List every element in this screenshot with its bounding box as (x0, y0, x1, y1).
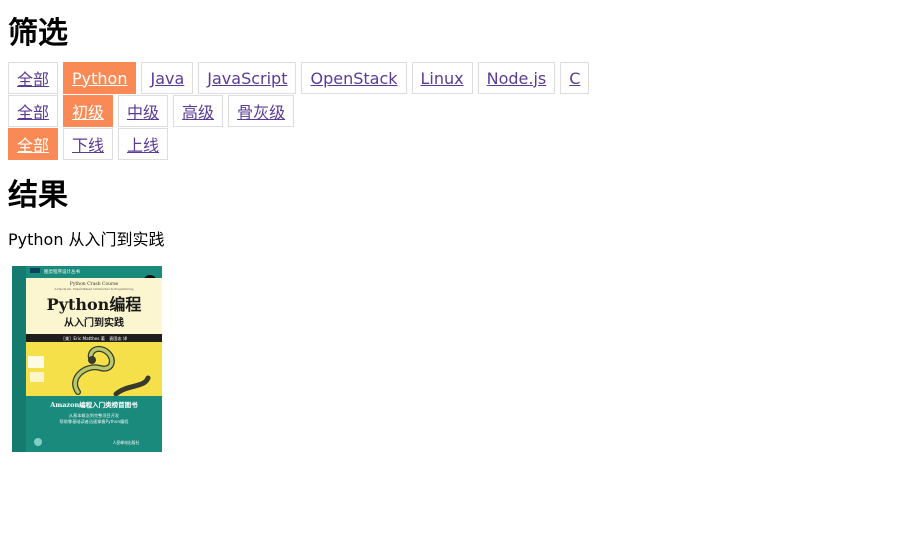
filter-heading: 筛选 (8, 16, 68, 51)
filter-level-option[interactable]: 骨灰级 (228, 95, 295, 127)
cover-blurb-line1: 从基本概念到完整项目开发 (69, 412, 120, 419)
cover-publisher: 人民邮电出版社 (113, 440, 140, 445)
filter-language-option[interactable]: 全部 (8, 62, 59, 94)
status-filter-row: 全部 下线 上线 (8, 128, 907, 160)
cover-main-title: Python编程 (47, 295, 142, 314)
filter-level-option[interactable]: 高级 (173, 95, 224, 127)
cover-english-subtitle: A Hands-On, Project-Based Introduction t… (55, 287, 134, 291)
cover-banner: Amazon编程入门类榜首图书 (49, 400, 138, 409)
cover-spine (12, 266, 26, 452)
cover-sub-title: 从入门到实践 (64, 316, 124, 329)
level-filter-row: 全部 初级 中级 高级 骨灰级 (8, 95, 907, 127)
filter-level-option[interactable]: 全部 (8, 95, 59, 127)
filter-language-option[interactable]: C (560, 62, 590, 94)
cover-authors: ［美］Eric Matthes 著 袁国忠 译 (61, 335, 128, 342)
page: 筛选 全部 Python Java JavaScript OpenStack Linux N… (0, 0, 915, 464)
result-item: Python 从入门到实践 图灵程序设计丛书 Python Crash Cour… (8, 230, 907, 456)
filter-level-option[interactable]: 中级 (118, 95, 169, 127)
filter-status-option[interactable]: 下线 (63, 128, 114, 160)
book-title: Python 从入门到实践 (8, 230, 165, 249)
cover-blurb-line2: 帮助零基础读者迅速掌握Python编程 (60, 418, 130, 425)
book-cover-image: 图灵程序设计丛书 Python Crash Course A Hands-On,… (12, 266, 162, 452)
filter-status-option[interactable]: 全部 (8, 128, 59, 160)
filter-status-option[interactable]: 上线 (118, 128, 169, 160)
turing-logo-icon (34, 438, 42, 446)
filter-language-option[interactable]: JavaScript (198, 62, 297, 94)
language-filter-row: 全部 Python Java JavaScript OpenStack Linux Node… (8, 62, 907, 94)
filter-language-option[interactable]: Linux (411, 62, 473, 94)
publisher-logo-icon (30, 268, 40, 273)
filter-language-option[interactable]: Node.js (477, 62, 556, 94)
filter-language-option[interactable]: Java (141, 62, 194, 94)
cover-series: 图灵程序设计丛书 (44, 268, 80, 275)
filter-level-option[interactable]: 初级 (63, 95, 114, 127)
results-heading: 结果 (8, 178, 68, 213)
filter-language-option[interactable]: Python (63, 62, 137, 94)
filter-language-option[interactable]: OpenStack (301, 62, 407, 94)
